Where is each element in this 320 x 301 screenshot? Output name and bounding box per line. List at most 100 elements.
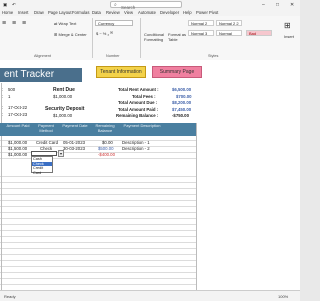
save-icon[interactable]: ▣ [3, 2, 7, 8]
group-label-number: Number [106, 54, 120, 58]
align-center-icon[interactable]: ≡ [12, 20, 16, 27]
undo-icon[interactable]: ↶ [12, 2, 16, 8]
grid-line [0, 278, 196, 279]
grid-line [0, 260, 196, 261]
minimize-button[interactable]: – [262, 2, 265, 8]
search-input[interactable]: ⌕ Search [110, 1, 182, 10]
grid-line [0, 242, 196, 243]
security-deposit-label: Security Deposit [45, 106, 85, 112]
menu-bar: Home Insert Draw Page Layout Formulas Da… [0, 9, 300, 16]
row1-date: 05-01-2023 [63, 140, 85, 145]
page-title: ent Tracker [0, 68, 82, 82]
row2-date: 30-03-2023 [63, 146, 85, 151]
payment-method-dropdown: Cash Check Credit Card [31, 156, 53, 175]
conditional-formatting-button[interactable]: Conditional Formatting [144, 32, 166, 42]
grid-line [0, 224, 196, 225]
row2-description: Description - 2 [122, 146, 150, 151]
grid-line [0, 158, 196, 159]
menu-page-layout[interactable]: Page Layout [48, 10, 72, 15]
style-normal-2[interactable]: Normal 2 [188, 20, 214, 26]
summary-page-button[interactable]: Summary Page [152, 66, 202, 78]
merge-center-label: Merge & Center [58, 32, 87, 37]
align-right-icon[interactable]: ≡ [22, 20, 26, 27]
wrap-text-label: Wrap Text [58, 21, 77, 26]
rent-due-label: Rent Due [53, 87, 75, 93]
tracker-right-border [196, 123, 197, 290]
currency-format-icon[interactable]: $ ~ % ❟ ⁰⁰ [96, 31, 113, 36]
insert-icon[interactable]: ⊞ [284, 21, 291, 30]
grid-line [0, 188, 196, 189]
menu-view[interactable]: View [124, 10, 133, 15]
total-fees-value: $700.00 [176, 94, 192, 99]
chevron-down-icon[interactable]: ▾ [58, 150, 64, 157]
format-as-table-button[interactable]: Format as Table [168, 32, 188, 42]
dropdown-option-credit-card[interactable]: Credit Card [32, 166, 52, 175]
status-bar: Ready 100% [0, 290, 300, 301]
group-label-styles: Styles [208, 54, 219, 58]
row2-amount: $1,500.00 [8, 146, 28, 151]
grid-line [0, 194, 196, 195]
total-paid-label: Total Amount Paid : [118, 107, 159, 112]
align-left-icon[interactable]: ≡ [2, 20, 6, 27]
style-normal-3[interactable]: Normal 3 [188, 30, 214, 36]
style-normal-2-2[interactable]: Normal 2 2 [216, 20, 242, 26]
total-rent-label: Total Rent Amount : [118, 87, 159, 92]
menu-insert[interactable]: Insert [18, 10, 28, 15]
insert-button[interactable]: Insert [284, 34, 294, 39]
total-due-value: $8,200.00 [172, 100, 192, 105]
total-paid-value: $7,450.00 [172, 107, 192, 112]
search-icon: ⌕ [114, 2, 117, 8]
menu-data[interactable]: Data [92, 10, 101, 15]
merge-center-button[interactable]: ⊞ Merge & Center [54, 32, 87, 37]
left-value: 1 [8, 94, 11, 99]
total-fees-label: Total Fees : [132, 94, 156, 99]
row1-method: Credit Card [36, 140, 58, 145]
rent-due-value: $1,000.00 [53, 94, 73, 99]
grid-line [0, 182, 196, 183]
grid-line [0, 212, 196, 213]
menu-help[interactable]: Help [183, 10, 192, 15]
ribbon-separator [140, 18, 141, 58]
group-label-alignment: Alignment [34, 54, 51, 58]
colon-label: : [2, 94, 4, 99]
menu-review[interactable]: Review [106, 10, 120, 15]
style-normal[interactable]: Normal [216, 30, 242, 36]
title-bar: ▣ ↶ ⌕ Search – □ ✕ [0, 0, 300, 10]
header-payment-date: Payment Date [62, 123, 88, 128]
wrap-text-button[interactable]: ⇌ Wrap Text [54, 21, 76, 26]
row3-balance: -$400.00 [98, 152, 115, 157]
colon-label: : [2, 105, 4, 110]
row3-amount: $1,000.00 [8, 152, 28, 157]
menu-home[interactable]: Home [2, 10, 13, 15]
row1-amount: $1,000.00 [8, 140, 28, 145]
number-format-select[interactable]: Currency [95, 20, 133, 26]
style-bad[interactable]: Bad [246, 30, 272, 36]
header-remaining-balance: Remaining Balance [95, 123, 115, 133]
grid-line [0, 254, 196, 255]
zoom-level[interactable]: 100% [278, 294, 288, 299]
grid-line [0, 248, 196, 249]
total-due-label: Total Amount Due : [118, 100, 158, 105]
maximize-button[interactable]: □ [276, 2, 279, 8]
header-payment-description: Payment Description [123, 123, 161, 128]
menu-power-pivot[interactable]: Power Pivot [196, 10, 218, 15]
tenant-information-button[interactable]: Tenant Information [96, 66, 146, 78]
row1-description: Description - 1 [122, 140, 150, 145]
left-value: 17-Oct-22 [8, 105, 28, 110]
menu-draw[interactable]: Draw [34, 10, 44, 15]
header-amount-paid: Amount Paid [6, 123, 30, 128]
grid-line [0, 206, 196, 207]
close-button[interactable]: ✕ [290, 2, 294, 8]
menu-developer[interactable]: Developer [160, 10, 179, 15]
menu-formulas[interactable]: Formulas [72, 10, 89, 15]
grid-line [0, 284, 196, 285]
grid-line [0, 236, 196, 237]
status-text: Ready [4, 294, 16, 299]
left-value: 17-Oct-23 [8, 112, 28, 117]
menu-automate[interactable]: Automate [138, 10, 156, 15]
remaining-balance-value: -$750.00 [172, 113, 189, 118]
row2-balance: $500.00 [98, 146, 114, 151]
grid-line [0, 176, 196, 177]
grid-line [0, 218, 196, 219]
total-rent-value: $6,500.00 [172, 87, 192, 92]
